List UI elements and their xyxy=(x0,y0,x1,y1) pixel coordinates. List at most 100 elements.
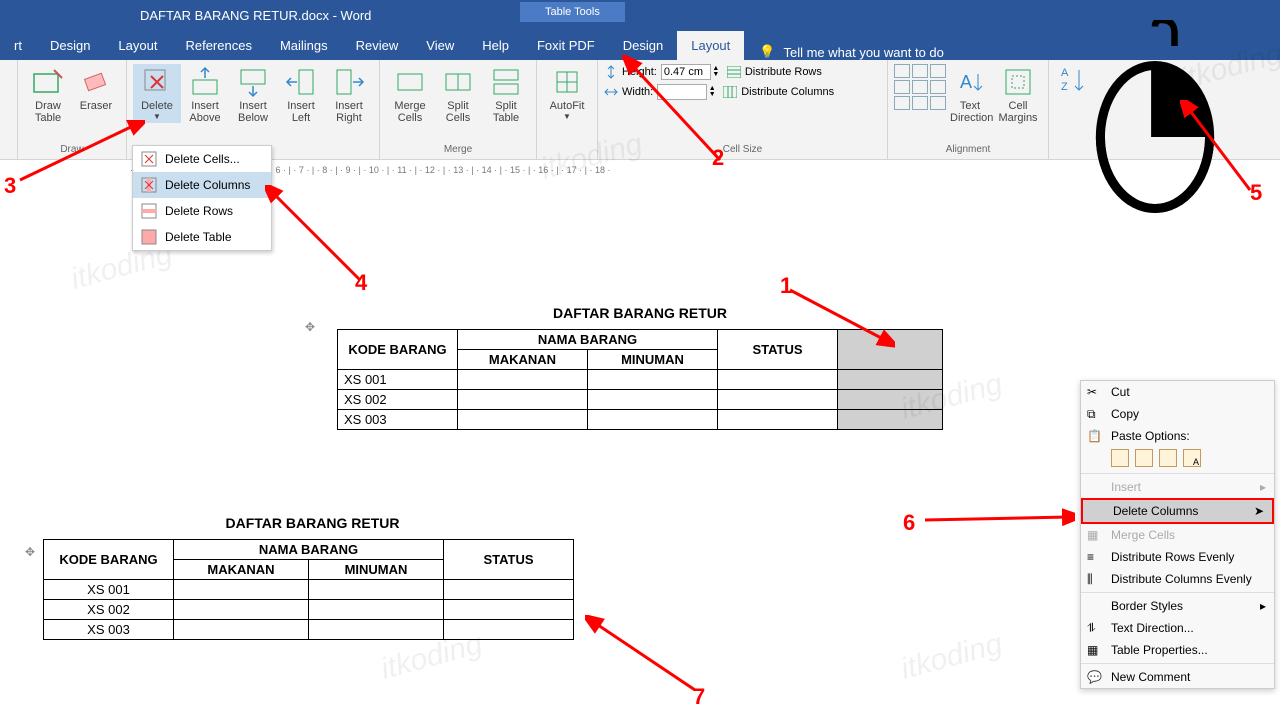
tab-mailings[interactable]: Mailings xyxy=(266,31,342,60)
delete-table-item[interactable]: Delete Table xyxy=(133,224,271,250)
ctx-insert[interactable]: Insert▸ xyxy=(1081,476,1274,498)
split-table-icon xyxy=(490,66,522,98)
distribute-rows-button[interactable]: Distribute Rows xyxy=(727,66,822,78)
ctx-merge[interactable]: ▦Merge Cells xyxy=(1081,524,1274,546)
distribute-cols-button[interactable]: Distribute Columns xyxy=(723,86,834,98)
table-row: XS 001 xyxy=(44,580,574,600)
delete-button[interactable]: Delete ▼ xyxy=(133,64,181,123)
delete-icon xyxy=(141,66,173,98)
ctx-new-comment[interactable]: 💬New Comment xyxy=(1081,666,1274,688)
dist-rows-icon: ≡ xyxy=(1087,550,1103,566)
eraser-icon xyxy=(80,66,112,98)
ctx-delete-columns[interactable]: Delete Columns➤ xyxy=(1081,498,1274,524)
ctx-text-dir[interactable]: ⥮Text Direction... xyxy=(1081,617,1274,639)
paste-opt-4[interactable]: A xyxy=(1183,449,1201,467)
insert-left-icon xyxy=(285,66,317,98)
ctx-table-props[interactable]: ▦Table Properties... xyxy=(1081,639,1274,661)
ctx-border[interactable]: Border Styles▸ xyxy=(1081,595,1274,617)
split-table-button[interactable]: Split Table xyxy=(482,64,530,126)
draw-table-icon xyxy=(32,66,64,98)
dist-cols-icon: ⫼ xyxy=(1087,572,1103,588)
autofit-icon xyxy=(551,66,583,98)
ctx-cut[interactable]: ✂Cut xyxy=(1081,381,1274,403)
delete-dropdown: Delete Cells... Delete Columns Delete Ro… xyxy=(132,145,272,251)
delete-table-icon xyxy=(141,229,157,245)
paste-options[interactable]: A xyxy=(1081,447,1274,471)
sort-icon: AZ xyxy=(1061,64,1085,96)
table-row: XS 003 xyxy=(338,410,943,430)
arrow-3 xyxy=(15,120,145,190)
insert-left-button[interactable]: Insert Left xyxy=(277,64,325,126)
table-props-icon: ▦ xyxy=(1087,643,1103,659)
delete-columns-item[interactable]: Delete Columns xyxy=(133,172,271,198)
ctx-copy[interactable]: ⧉Copy xyxy=(1081,403,1274,425)
context-menu: ✂Cut ⧉Copy 📋Paste Options: A Insert▸ Del… xyxy=(1080,380,1275,689)
tab-rt[interactable]: rt xyxy=(0,31,36,60)
title-bar: DAFTAR BARANG RETUR.docx - Word xyxy=(0,0,1280,30)
group-alignment: A Text Direction Cell Margins Alignment xyxy=(888,60,1049,159)
table-row: XS 002 xyxy=(338,390,943,410)
annotation-4: 4 xyxy=(355,270,367,296)
lightbulb-icon: 💡 xyxy=(759,44,775,60)
paste-icon: 📋 xyxy=(1087,429,1103,445)
merge-cells-button[interactable]: Merge Cells xyxy=(386,64,434,126)
autofit-button[interactable]: AutoFit ▼ xyxy=(543,64,591,123)
arrow-7 xyxy=(585,615,705,695)
arrow-1 xyxy=(785,285,895,355)
group-merge: Merge Cells Split Cells Split Table Merg… xyxy=(380,60,537,159)
tab-layout[interactable]: Layout xyxy=(104,31,171,60)
ctx-paste-label: 📋Paste Options: xyxy=(1081,425,1274,447)
svg-text:Z: Z xyxy=(1061,81,1068,93)
delete-rows-item[interactable]: Delete Rows xyxy=(133,198,271,224)
paste-opt-1[interactable] xyxy=(1111,449,1129,467)
paste-opt-2[interactable] xyxy=(1135,449,1153,467)
table-anchor-icon[interactable]: ✥ xyxy=(305,320,315,334)
cell-margins-icon xyxy=(1002,66,1034,98)
cut-icon: ✂ xyxy=(1087,385,1103,401)
document-page-2: ✥ DAFTAR BARANG RETUR KODE BARANG NAMA B… xyxy=(25,515,600,640)
tab-foxit[interactable]: Foxit PDF xyxy=(523,31,609,60)
text-direction-button[interactable]: A Text Direction xyxy=(946,64,994,126)
tab-review[interactable]: Review xyxy=(342,31,413,60)
paste-opt-3[interactable] xyxy=(1159,449,1177,467)
doc-title: DAFTAR BARANG RETUR xyxy=(225,305,1055,321)
insert-above-button[interactable]: Insert Above xyxy=(181,64,229,126)
ctx-dist-cols[interactable]: ⫼Distribute Columns Evenly xyxy=(1081,568,1274,590)
table-row: XS 001 xyxy=(338,370,943,390)
tab-references[interactable]: References xyxy=(171,31,265,60)
svg-text:A: A xyxy=(1061,67,1069,79)
group-sort: AZ xyxy=(1049,60,1091,159)
th-kode: KODE BARANG xyxy=(338,330,458,370)
tab-view[interactable]: View xyxy=(412,31,468,60)
cursor-icon: ➤ xyxy=(1254,504,1264,518)
insert-above-icon xyxy=(189,66,221,98)
annotation-7: 7 xyxy=(693,684,705,710)
tab-help[interactable]: Help xyxy=(468,31,523,60)
comment-icon: 💬 xyxy=(1087,670,1103,686)
insert-below-icon xyxy=(237,66,269,98)
alignment-grid[interactable] xyxy=(894,64,946,110)
delete-cells-item[interactable]: Delete Cells... xyxy=(133,146,271,172)
table-row: XS 003 xyxy=(44,620,574,640)
eraser-button[interactable]: Eraser xyxy=(72,64,120,114)
copy-icon: ⧉ xyxy=(1087,407,1103,423)
text-dir-icon: ⥮ xyxy=(1087,621,1103,637)
data-table-2[interactable]: KODE BARANG NAMA BARANG STATUS MAKANAN M… xyxy=(43,539,574,640)
draw-table-button[interactable]: Draw Table xyxy=(24,64,72,126)
width-icon xyxy=(604,85,618,99)
tell-me-label: Tell me what you want to do xyxy=(783,45,943,60)
insert-below-button[interactable]: Insert Below xyxy=(229,64,277,126)
doc-title-2: DAFTAR BARANG RETUR xyxy=(25,515,600,531)
insert-right-button[interactable]: Insert Right xyxy=(325,64,373,126)
arrow-6 xyxy=(920,505,1075,535)
annotation-3: 3 xyxy=(4,173,16,199)
ctx-dist-rows[interactable]: ≡Distribute Rows Evenly xyxy=(1081,546,1274,568)
merge-cells-icon xyxy=(394,66,426,98)
tab-design[interactable]: Design xyxy=(36,31,104,60)
cell-margins-button[interactable]: Cell Margins xyxy=(994,64,1042,126)
split-cells-button[interactable]: Split Cells xyxy=(434,64,482,126)
annotation-1: 1 xyxy=(780,273,792,299)
table-anchor-icon-2[interactable]: ✥ xyxy=(25,545,35,559)
merge-icon: ▦ xyxy=(1087,528,1103,544)
tell-me[interactable]: 💡 Tell me what you want to do xyxy=(759,44,944,60)
